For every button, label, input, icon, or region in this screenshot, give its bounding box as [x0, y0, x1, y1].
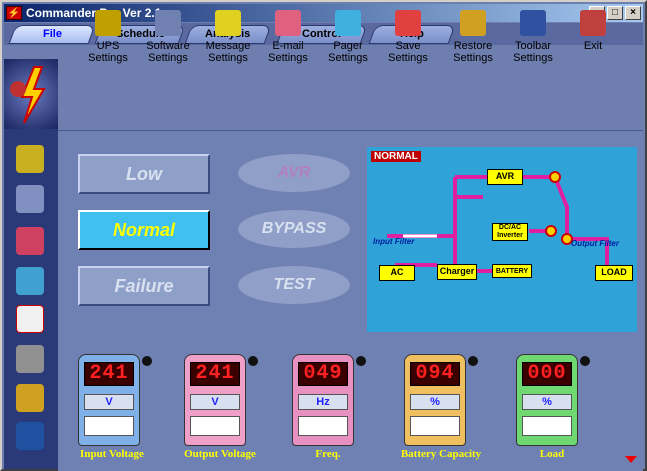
avr-box: AVR [487, 169, 523, 185]
frequency-label: Freq. [315, 448, 341, 460]
load-value: 000 [522, 362, 572, 386]
email-settings-button[interactable]: E-mail Settings [258, 6, 318, 70]
input-voltage-value: 241 [84, 362, 134, 386]
ups-flow-diagram: NORMAL AVR DC/AC Inverter Input Filter O… [367, 147, 637, 332]
battery-capacity-meter: 094 % [404, 354, 478, 446]
frequency-unit: Hz [298, 394, 348, 410]
exit-icon [580, 10, 606, 36]
save-settings-icon [395, 10, 421, 36]
sidebar-control-icon[interactable] [16, 384, 44, 412]
battery-capacity-unit: % [410, 394, 460, 410]
output-voltage-meter: 241 V [184, 354, 258, 446]
sidebar-calendar-icon[interactable] [16, 305, 44, 333]
sidebar-pager-icon[interactable] [16, 267, 44, 295]
sidebar-analysis-icon[interactable] [16, 345, 44, 373]
app-window: ⚡ Commander Pro Ver 2.1 _ □ × File Sched… [0, 0, 647, 471]
toolbar-settings-button[interactable]: Toolbar Settings [503, 6, 563, 70]
avr-indicator[interactable]: AVR [238, 154, 350, 192]
app-icon[interactable]: ⚡ [6, 6, 22, 20]
exit-button[interactable]: Exit [563, 6, 623, 70]
output-voltage-label: Output Voltage [184, 448, 256, 460]
output-voltage-unit: V [190, 394, 240, 410]
battery-capacity-label: Battery Capacity [400, 448, 482, 460]
restore-settings-icon [460, 10, 486, 36]
close-button[interactable]: × [625, 6, 641, 20]
sidebar-software-icon[interactable] [16, 185, 44, 213]
load-unit: % [522, 394, 572, 410]
battery-box: BATTERY [492, 264, 532, 278]
dcac-inverter-box: DC/AC Inverter [492, 223, 528, 241]
low-status-button[interactable]: Low [78, 154, 210, 194]
sidebar-message-icon[interactable] [16, 227, 44, 255]
normal-status-button[interactable]: Normal [78, 210, 210, 250]
input-voltage-unit: V [84, 394, 134, 410]
input-filter-label: Input Filter [373, 237, 415, 246]
message-settings-icon [215, 10, 241, 36]
sidebar-ups-icon[interactable] [16, 145, 44, 173]
logo [4, 59, 58, 129]
output-filter-label: Output Filter [571, 239, 619, 248]
input-voltage-meter: 241 V [78, 354, 152, 446]
output-voltage-value: 241 [190, 362, 240, 386]
scroll-down-icon[interactable] [625, 456, 637, 463]
load-box: LOAD [595, 265, 633, 281]
charger-box: Charger [437, 264, 477, 280]
message-settings-button[interactable]: Message Settings [198, 6, 258, 70]
frequency-meter: 049 Hz [292, 354, 366, 446]
mode-badge: NORMAL [371, 151, 421, 162]
restore-settings-button[interactable]: Restore Settings [443, 6, 503, 70]
ups-settings-icon [95, 10, 121, 36]
sidebar-help-icon[interactable] [16, 422, 44, 450]
email-settings-icon [275, 10, 301, 36]
pager-settings-button[interactable]: Pager Settings [318, 6, 378, 70]
ac-box: AC [379, 265, 415, 281]
save-settings-button[interactable]: Save Settings [378, 6, 438, 70]
load-meter: 000 % [516, 354, 590, 446]
pager-settings-icon [335, 10, 361, 36]
lightning-logo-icon [10, 66, 46, 124]
toolbar-settings-icon [520, 10, 546, 36]
frequency-value: 049 [298, 362, 348, 386]
input-voltage-label: Input Voltage [80, 448, 144, 460]
ups-settings-button[interactable]: UPS Settings [78, 6, 138, 70]
bypass-indicator[interactable]: BYPASS [238, 210, 350, 248]
software-settings-icon [155, 10, 181, 36]
load-label: Load [539, 448, 565, 460]
software-settings-button[interactable]: Software Settings [138, 6, 198, 70]
failure-status-button[interactable]: Failure [78, 266, 210, 306]
battery-capacity-value: 094 [410, 362, 460, 386]
test-indicator[interactable]: TEST [238, 266, 350, 304]
